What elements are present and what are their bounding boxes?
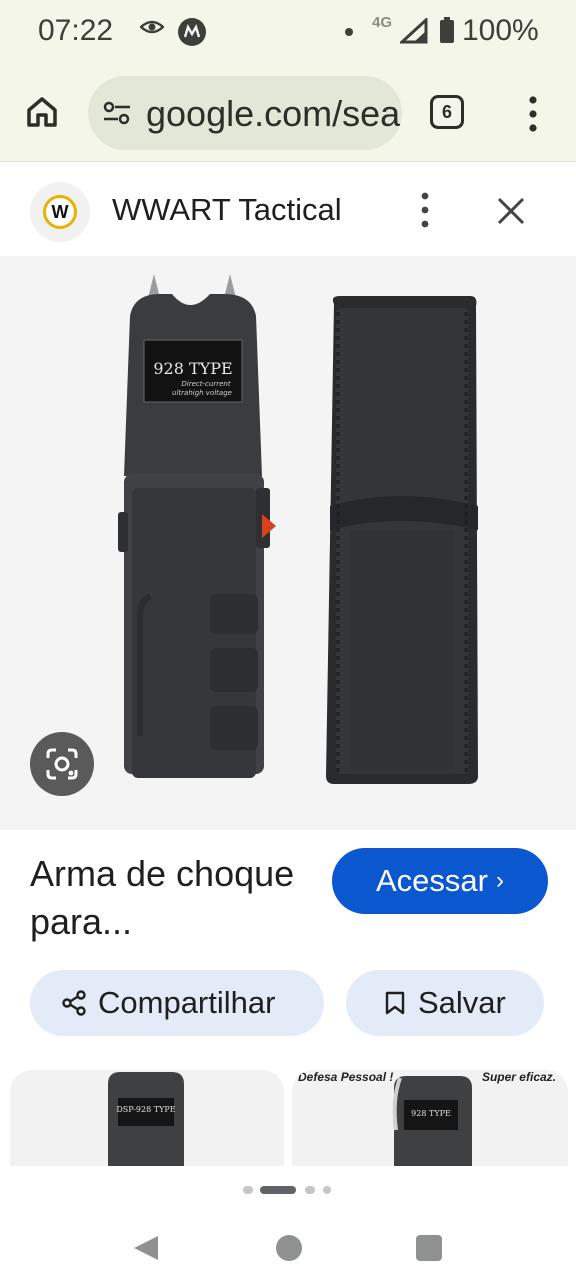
home-icon <box>27 97 57 127</box>
system-nav-bar <box>0 1214 576 1280</box>
notification-dot-icon <box>345 28 353 36</box>
recents-icon[interactable] <box>416 1235 442 1261</box>
related-thumbnail[interactable]: DSP-928 TYPE <box>10 1070 284 1166</box>
pager-dot[interactable] <box>243 1186 253 1194</box>
tune-icon[interactable] <box>102 100 132 126</box>
thumb-2-caption-right: Super eficaz. <box>481 1070 556 1084</box>
site-logo-badge: W <box>43 195 77 229</box>
thumb-1-label: DSP-928 TYPE <box>116 1105 175 1114</box>
motorola-icon <box>178 18 206 46</box>
network-type: 4G <box>372 14 393 31</box>
image-pager <box>0 1166 576 1214</box>
battery-icon <box>440 17 454 43</box>
site-name[interactable]: WWART Tactical <box>112 192 342 228</box>
back-icon[interactable] <box>132 1234 160 1262</box>
google-lens-button[interactable] <box>30 732 94 796</box>
pager-dot[interactable] <box>305 1186 315 1194</box>
pager-dot[interactable] <box>323 1186 331 1194</box>
tabs-button[interactable]: 6 <box>430 95 464 129</box>
thumb-2-caption-left: Defesa Pessoal ! <box>298 1070 394 1084</box>
thumbnail-image: 928 TYPE <box>392 1076 472 1166</box>
status-time: 07:22 <box>38 14 114 47</box>
visit-button[interactable]: Acessar › <box>332 848 548 914</box>
result-header: W WWART Tactical <box>0 162 576 256</box>
bookmark-icon <box>385 991 405 1015</box>
visit-button-label: Acessar <box>376 863 488 898</box>
site-logo[interactable]: W <box>30 182 90 242</box>
lens-icon <box>46 748 78 780</box>
browser-toolbar: google.com/search? 6 <box>0 66 576 162</box>
battery-percent: 100% <box>462 14 539 47</box>
tabs-count: 6 <box>441 101 452 122</box>
nav-home-icon[interactable] <box>276 1235 302 1261</box>
eye-icon <box>140 20 164 34</box>
thumbnail-image: DSP-928 TYPE <box>108 1072 184 1166</box>
thumb-2-label: 928 TYPE <box>411 1109 451 1118</box>
related-thumbnail[interactable]: 928 TYPE Defesa Pessoal ! Super eficaz. <box>292 1070 568 1166</box>
status-bar: 07:22 4G 100% <box>0 0 576 66</box>
more-vert-icon[interactable] <box>520 94 546 134</box>
result-title[interactable]: Arma de choque para... <box>30 850 310 946</box>
save-label: Salvar <box>418 985 506 1020</box>
related-images: DSP-928 TYPE 928 TYPE Defesa Pessoal ! S… <box>0 1070 576 1166</box>
signal-icon <box>400 18 428 44</box>
close-icon[interactable] <box>494 194 528 228</box>
share-icon <box>62 990 86 1016</box>
device-label: 928 TYPE <box>153 359 232 378</box>
result-more-icon[interactable] <box>412 190 438 230</box>
device-sublabel-2: ultrahigh voltage <box>172 389 232 397</box>
device-sublabel-1: Direct-current <box>181 380 230 388</box>
share-label: Compartilhar <box>98 985 276 1020</box>
address-bar[interactable]: google.com/search? <box>88 76 402 150</box>
chevron-right-icon: › <box>495 867 504 894</box>
pager-dot-active[interactable] <box>260 1186 296 1194</box>
share-button[interactable]: Compartilhar <box>30 970 324 1036</box>
home-button[interactable] <box>22 92 62 132</box>
url-text: google.com/search? <box>146 93 402 134</box>
save-button[interactable]: Salvar <box>346 970 544 1036</box>
result-image[interactable]: 928 TYPE Direct-current ultrahigh voltag… <box>0 256 576 830</box>
